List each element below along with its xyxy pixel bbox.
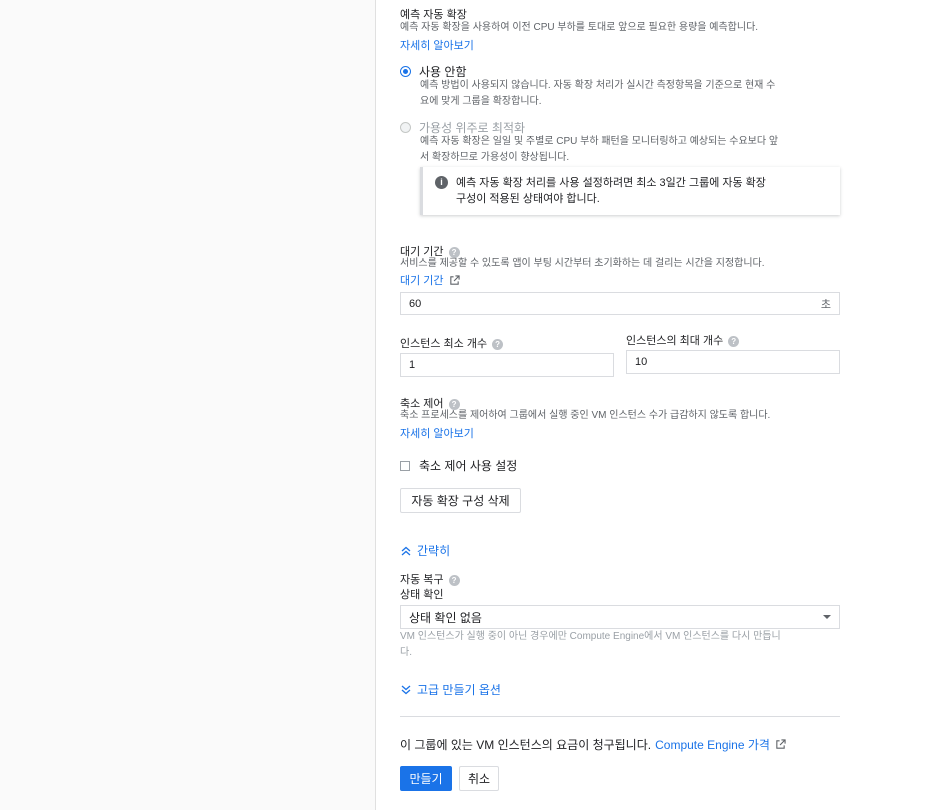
scale-in-checkbox[interactable] xyxy=(400,460,410,471)
radio-button-selected[interactable] xyxy=(400,66,411,77)
predictive-info-box: i 예측 자동 확장 처리를 사용 설정하려면 최소 3일간 그룹에 자동 확장… xyxy=(420,167,840,215)
create-button[interactable]: 만들기 xyxy=(400,766,452,791)
max-instances-value: 10 xyxy=(635,356,648,368)
footer-divider xyxy=(400,716,840,717)
radio-option-desc-line: 요에 맞게 그룹을 확장합니다. xyxy=(420,96,542,107)
min-instances-label-text: 인스턴스 최소 개수 xyxy=(400,338,488,350)
dropdown-caret-icon xyxy=(823,615,831,619)
billing-row: 이 그룹에 있는 VM 인스턴스의 요금이 청구됩니다. Compute Eng… xyxy=(400,736,786,753)
radio-option-desc-line: 예측 방법이 사용되지 않습니다. 자동 확장 처리가 실시간 측정항목을 기준… xyxy=(420,80,776,91)
radio-option-desc: 예측 방법이 사용되지 않습니다. 자동 확장 처리가 실시간 측정항목을 기준… xyxy=(420,78,775,110)
min-instances-input[interactable]: 1 xyxy=(400,353,614,377)
info-box-line: 예측 자동 확장 처리를 사용 설정하려면 최소 3일간 그룹에 자동 확장 xyxy=(456,177,766,189)
health-check-selected-value: 상태 확인 없음 xyxy=(409,610,482,625)
external-link-icon xyxy=(449,274,460,285)
min-instances-label: 인스턴스 최소 개수? xyxy=(400,335,504,351)
predictive-autoscaling-desc: 예측 자동 확장을 사용하여 이전 CPU 부하를 토대로 앞으로 필요한 용량… xyxy=(400,22,759,33)
cooldown-unit-suffix: 초 xyxy=(820,298,831,311)
help-icon[interactable]: ? xyxy=(448,574,460,586)
scale-in-checkbox-row[interactable]: 축소 제어 사용 설정 xyxy=(400,457,517,474)
autohealing-title-text: 자동 복구 xyxy=(400,574,444,586)
radio-option-desc-line: 서 확장하므로 가용성이 향상됩니다. xyxy=(420,152,570,163)
cooldown-link-row[interactable]: 대기 기간 xyxy=(400,272,460,288)
max-instances-input[interactable]: 10 xyxy=(626,350,840,374)
scale-in-learn-more-link[interactable]: 자세히 알아보기 xyxy=(400,425,474,441)
info-icon: i xyxy=(435,176,448,189)
help-icon[interactable]: ? xyxy=(728,335,740,347)
autohealing-title: 자동 복구? xyxy=(400,571,460,587)
autohealing-desc: VM 인스턴스가 실행 중이 아닌 경우에만 Compute Engine에서 … xyxy=(400,629,781,661)
external-link-icon[interactable] xyxy=(775,739,786,750)
advanced-options-label: 고급 만들기 옵션 xyxy=(417,683,501,697)
cooldown-docs-link[interactable]: 대기 기간 xyxy=(400,272,444,288)
autohealing-desc-line: VM 인스턴스가 실행 중이 아닌 경우에만 Compute Engine에서 … xyxy=(400,631,781,642)
radio-option-desc: 예측 자동 확장은 일일 및 주별로 CPU 부하 패턴을 모니터링하고 예상되… xyxy=(420,134,778,166)
chevron-up-icon xyxy=(401,546,411,555)
advanced-options-toggle[interactable]: 고급 만들기 옵션 xyxy=(400,681,501,698)
cooldown-input[interactable]: 60 초 xyxy=(400,292,840,315)
info-box-text: 예측 자동 확장 처리를 사용 설정하려면 최소 3일간 그룹에 자동 확장 구… xyxy=(456,175,766,207)
cooldown-input-value: 60 xyxy=(409,297,422,310)
radio-button-disabled[interactable] xyxy=(400,122,411,133)
health-check-label: 상태 확인 xyxy=(400,589,444,601)
scale-in-checkbox-label: 축소 제어 사용 설정 xyxy=(419,459,518,473)
scale-in-desc: 축소 프로세스를 제어하여 그룹에서 실행 중인 VM 인스턴스 수가 급감하지… xyxy=(400,410,771,421)
delete-autoscaling-button[interactable]: 자동 확장 구성 삭제 xyxy=(400,488,521,513)
main-panel: 예측 자동 확장 예측 자동 확장을 사용하여 이전 CPU 부하를 토대로 앞… xyxy=(375,0,933,810)
chevron-down-icon xyxy=(401,685,411,694)
max-instances-label: 인스턴스의 최대 개수? xyxy=(626,332,740,348)
info-box-line: 구성이 적용된 상태여야 합니다. xyxy=(456,193,600,205)
radio-option-desc-line: 예측 자동 확장은 일일 및 주별로 CPU 부하 패턴을 모니터링하고 예상되… xyxy=(420,136,779,147)
autohealing-desc-line: 다. xyxy=(400,647,412,658)
min-instances-value: 1 xyxy=(409,359,416,371)
max-instances-label-text: 인스턴스의 최대 개수 xyxy=(626,335,724,347)
collapse-toggle-label: 간략히 xyxy=(417,544,451,558)
cancel-button[interactable]: 취소 xyxy=(459,766,499,791)
pricing-link[interactable]: Compute Engine 가격 xyxy=(655,736,770,753)
help-icon[interactable]: ? xyxy=(492,338,504,350)
predictive-learn-more-link[interactable]: 자세히 알아보기 xyxy=(400,37,474,53)
collapse-toggle[interactable]: 간략히 xyxy=(400,542,450,559)
health-check-select[interactable]: 상태 확인 없음 xyxy=(400,605,840,629)
cooldown-desc: 서비스를 제공할 수 있도록 앱이 부팅 시간부터 초기화하는 데 걸리는 시간… xyxy=(400,258,765,269)
billing-text: 이 그룹에 있는 VM 인스턴스의 요금이 청구됩니다. xyxy=(400,738,652,752)
